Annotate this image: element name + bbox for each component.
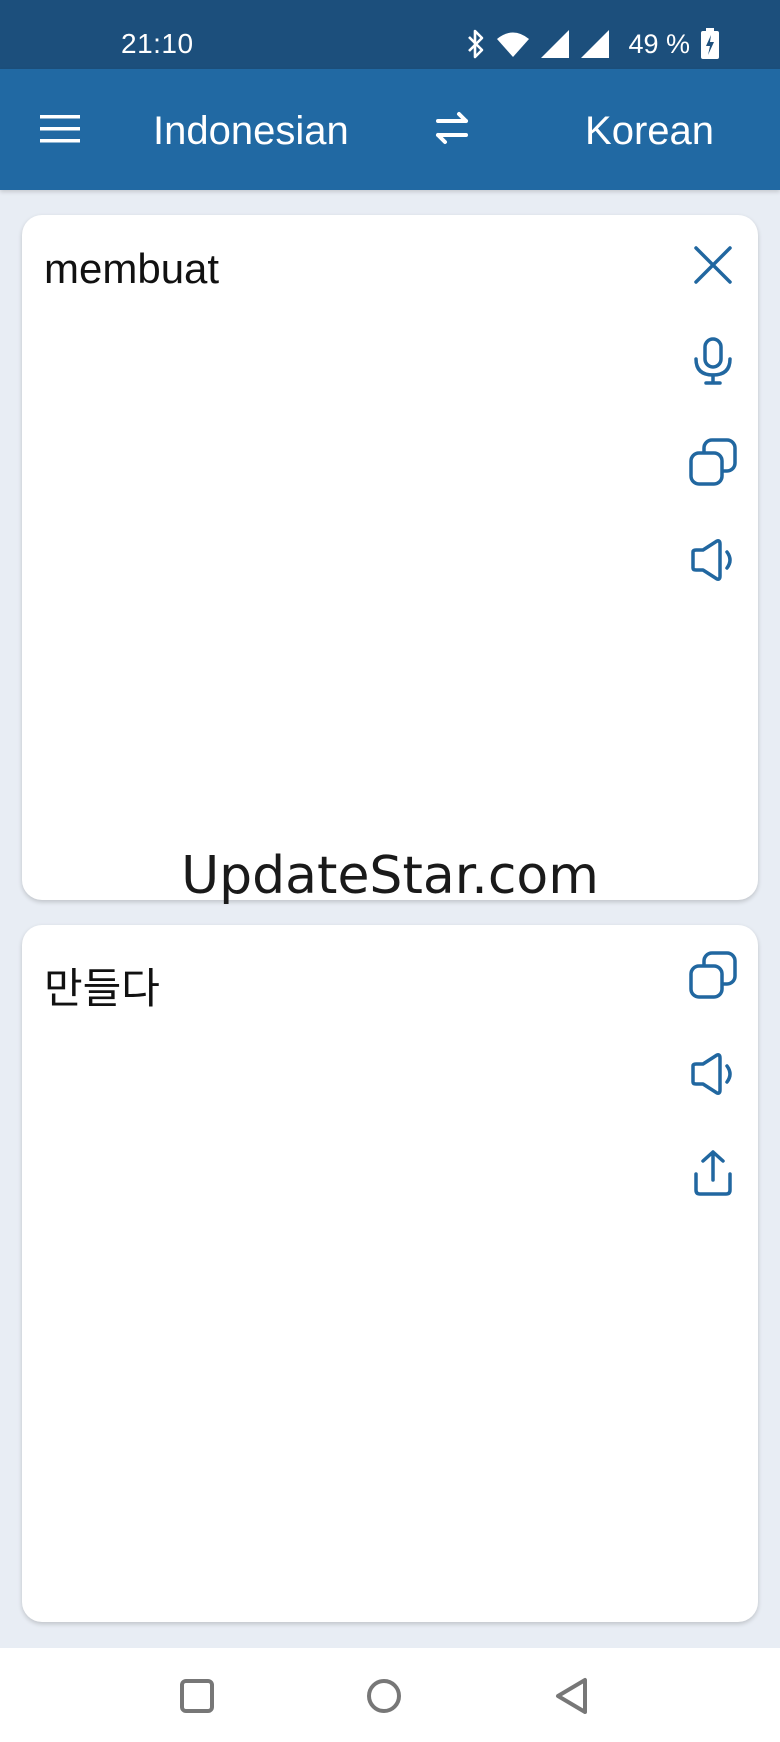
microphone-button[interactable]	[686, 334, 740, 388]
signal-icon	[540, 29, 570, 59]
watermark: UpdateStar.com	[181, 846, 599, 906]
speaker-icon	[691, 539, 732, 581]
system-nav-bar	[0, 1648, 780, 1742]
speak-source-button[interactable]	[686, 533, 740, 587]
source-language-selector[interactable]: Indonesian	[153, 109, 349, 153]
menu-button[interactable]	[36, 107, 86, 151]
share-icon	[694, 1150, 732, 1196]
back-icon	[556, 1678, 587, 1714]
copy-icon	[689, 951, 737, 999]
battery-percent: 49 %	[628, 28, 690, 59]
copy-button[interactable]	[686, 435, 740, 489]
home-icon	[367, 1679, 401, 1713]
source-card: membuat	[22, 215, 758, 900]
swap-icon	[436, 112, 468, 144]
status-bar: 21:10 49 %	[0, 0, 780, 69]
target-card: 만들다	[22, 925, 758, 1622]
translated-text: 만들다	[44, 965, 160, 1012]
speak-translation-button[interactable]	[686, 1047, 740, 1101]
copy-translation-button[interactable]	[686, 948, 740, 1002]
microphone-icon	[694, 337, 732, 385]
swap-languages-button[interactable]	[428, 105, 476, 153]
signal-icon	[580, 29, 610, 59]
app-bar: Indonesian Korean	[0, 69, 780, 190]
source-text-input[interactable]: membuat	[44, 245, 219, 293]
close-icon	[694, 246, 732, 284]
status-time: 21:10	[121, 28, 194, 59]
speaker-icon	[691, 1053, 732, 1095]
recents-button[interactable]	[175, 1674, 219, 1718]
back-button[interactable]	[550, 1674, 594, 1718]
target-language-selector[interactable]: Korean	[585, 109, 714, 153]
battery-charging-icon	[700, 28, 720, 60]
bluetooth-icon	[466, 29, 486, 59]
recents-icon	[180, 1679, 214, 1713]
menu-icon	[40, 115, 80, 143]
copy-icon	[689, 438, 737, 486]
clear-button[interactable]	[686, 238, 740, 292]
status-icons: 49 %	[466, 26, 720, 62]
home-button[interactable]	[362, 1674, 406, 1718]
wifi-icon	[496, 30, 530, 58]
share-button[interactable]	[686, 1146, 740, 1200]
